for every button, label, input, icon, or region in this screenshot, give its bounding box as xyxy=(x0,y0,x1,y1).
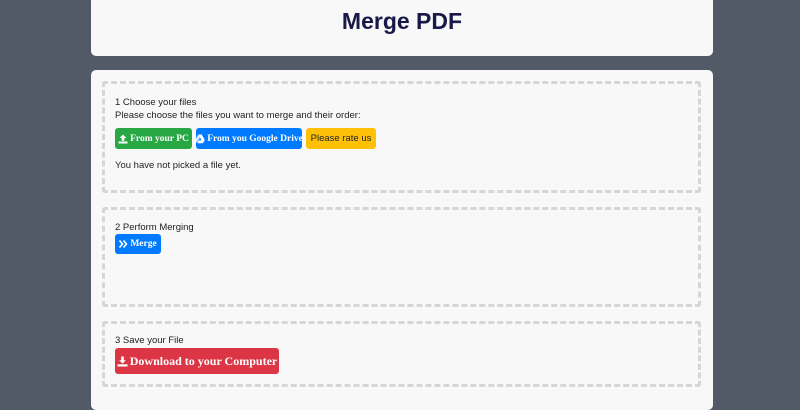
file-status-text: You have not picked a file yet. xyxy=(115,160,241,171)
double-chevron-right-icon xyxy=(119,240,128,248)
merge-button[interactable]: Merge xyxy=(115,234,161,254)
step-2-title: 2 Perform Merging xyxy=(115,222,194,233)
step-1-description: Please choose the files you want to merg… xyxy=(115,110,361,121)
merge-label: Merge xyxy=(130,239,157,249)
main-card: 1 Choose your files Please choose the fi… xyxy=(91,70,713,410)
from-google-drive-button[interactable]: From you Google Drive xyxy=(195,128,303,149)
page-title: Merge PDF xyxy=(341,8,463,34)
rate-us-label: Please rate us xyxy=(310,133,372,144)
step-choose-files: 1 Choose your files Please choose the fi… xyxy=(102,81,701,193)
download-label: Download to your Computer xyxy=(129,353,278,368)
from-drive-label: From you Google Drive xyxy=(207,133,303,144)
step-save-file: 3 Save your File Download to your Comput… xyxy=(102,321,701,387)
download-icon xyxy=(117,356,128,367)
download-button[interactable]: Download to your Computer xyxy=(115,348,279,374)
header-card: Merge PDF xyxy=(91,0,713,56)
from-pc-button[interactable]: From your PC xyxy=(115,128,192,149)
from-pc-label: From your PC xyxy=(130,133,189,144)
google-drive-icon xyxy=(195,134,206,144)
step-1-title: 1 Choose your files xyxy=(115,97,197,108)
step-3-title: 3 Save your File xyxy=(115,335,184,346)
step-perform-merging: 2 Perform Merging Merge xyxy=(102,207,701,307)
rate-us-button[interactable]: Please rate us xyxy=(306,128,376,149)
upload-icon xyxy=(118,134,128,144)
